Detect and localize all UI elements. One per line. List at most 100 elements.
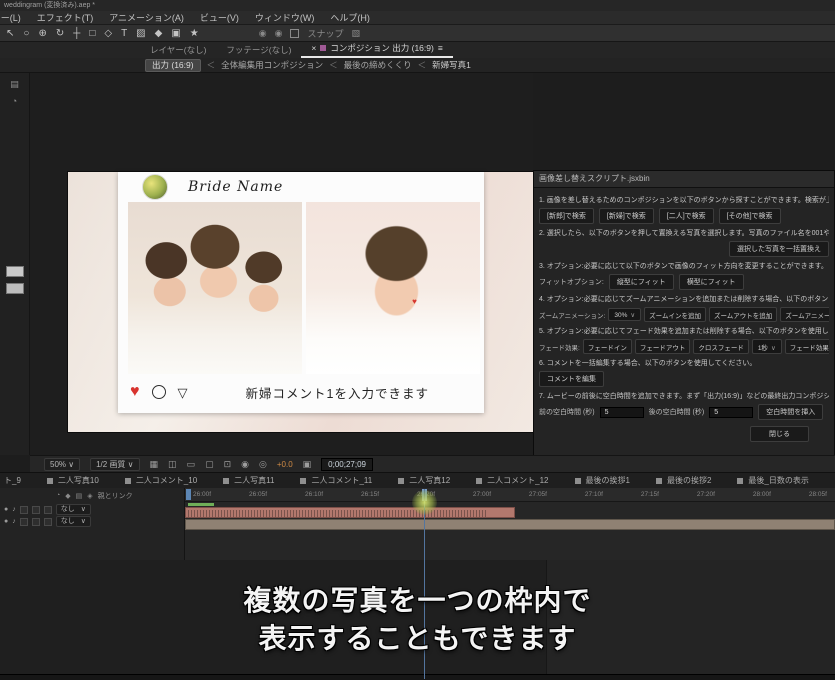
transparency-grid-icon[interactable]: ▢ — [205, 459, 214, 470]
layer-bar-selected[interactable] — [185, 507, 515, 518]
timeline-tab[interactable]: 二人コメント_10 — [125, 475, 197, 486]
fit-horizontal-button[interactable]: 横型にフィット — [679, 274, 744, 290]
insert-blank-time-button[interactable]: 空白時間を挿入 — [758, 404, 823, 420]
fade-duration-dropdown[interactable]: 1秒∨ — [752, 339, 782, 354]
mask-tool-icon[interactable]: □ — [89, 28, 95, 39]
snap-checkbox[interactable] — [290, 29, 299, 38]
panel-clock-icon[interactable]: ◔ — [0, 96, 29, 106]
timeline-tab[interactable]: 二人写真11 — [223, 475, 274, 486]
parent-dropdown[interactable]: なし∨ — [56, 516, 91, 527]
timeline-graph[interactable]: 26:00f26:05f 26:10f26:15f 26:20f27:00f 2… — [185, 488, 835, 560]
effects-switch[interactable] — [32, 518, 40, 526]
current-timecode[interactable]: 0;00;27;09 — [321, 458, 373, 471]
layer-row[interactable]: ● ♪ なし∨ — [0, 516, 184, 527]
hand-tool-icon[interactable]: ○ — [23, 28, 29, 39]
eraser-tool-icon[interactable]: ▣ — [171, 28, 180, 39]
snapshot-camera-icon[interactable]: ▣ — [303, 459, 312, 470]
shy-switch[interactable] — [20, 506, 28, 514]
search-other-button[interactable]: [その他]で検索 — [719, 208, 781, 224]
zoom-tool-icon[interactable]: ⊕ — [38, 28, 46, 39]
footage-thumbnail[interactable] — [6, 283, 24, 294]
fade-out-button[interactable]: フェードアウト — [635, 339, 691, 354]
timeline-tab[interactable]: 最後の挨拶1 — [575, 475, 630, 486]
fit-vertical-button[interactable]: 縦型にフィット — [609, 274, 674, 290]
layer-row[interactable]: ● ♪ なし∨ — [0, 504, 184, 515]
breadcrumb-item-2[interactable]: 最後の締めくくり — [344, 59, 412, 71]
add-zoom-out-button[interactable]: ズームアウトを追加 — [709, 307, 777, 322]
add-zoom-in-button[interactable]: ズームインを追加 — [644, 307, 706, 322]
timeline-tab[interactable]: 最後の挨拶2 — [656, 475, 711, 486]
layer-bar[interactable] — [185, 519, 835, 530]
script-panel-window: 画像差し替えスクリプト.jsxbin 1. 画像を差し替えるためのコンポジション… — [533, 170, 835, 458]
remove-zoom-animation-button[interactable]: ズームアニメーションを除去 — [780, 307, 829, 322]
tab-footage[interactable]: フッテージ(なし) — [216, 42, 301, 58]
rotate-tool-icon[interactable]: ↻ — [56, 28, 64, 39]
region-of-interest-icon[interactable]: ▭ — [187, 459, 196, 470]
script-step-5-buttons: フェード効果: フェードイン フェードアウト クロスフェード 1秒∨ フェード効… — [539, 339, 829, 354]
menu-layer[interactable]: レイヤー(L) — [0, 11, 21, 24]
search-groom-button[interactable]: [新郎]で検索 — [539, 208, 594, 224]
panel-list-icon[interactable]: ▤ — [0, 79, 29, 90]
blank-after-input[interactable] — [709, 407, 753, 418]
parent-dropdown[interactable]: なし∨ — [56, 504, 91, 515]
workspace-icon[interactable]: ◉ — [259, 28, 267, 39]
selection-tool-icon[interactable]: ↖ — [6, 28, 14, 39]
motion-blur-switch[interactable] — [44, 518, 52, 526]
zoom-amount-dropdown[interactable]: 30%∨ — [608, 308, 641, 321]
footage-thumbnail[interactable] — [6, 266, 24, 277]
text-tool-icon[interactable]: T — [121, 28, 127, 39]
motion-blur-switch[interactable] — [44, 506, 52, 514]
video-toggle-icon[interactable]: ● — [4, 518, 8, 525]
magnification-dropdown[interactable]: 50% ∨ — [44, 458, 80, 471]
resolution-dropdown[interactable]: 1/2 画質 ∨ — [90, 458, 139, 471]
shy-switch[interactable] — [20, 518, 28, 526]
search-couple-button[interactable]: [二人]で検索 — [659, 208, 714, 224]
tab-layer[interactable]: レイヤー(なし) — [140, 42, 216, 58]
edit-comments-button[interactable]: コメントを編集 — [539, 371, 604, 387]
breadcrumb-item-3[interactable]: 新婦写真1 — [432, 59, 471, 71]
fade-in-button[interactable]: フェードイン — [583, 339, 632, 354]
script-step-3-buttons: フィットオプション: 縦型にフィット 横型にフィット — [539, 274, 829, 290]
composition-viewer[interactable]: Bride Name ♥ ♥ ▽ 新婦コメント1を入力できます — [30, 73, 533, 455]
replace-photos-button[interactable]: 選択した写真を一括置換え — [729, 241, 829, 257]
blank-before-input[interactable] — [600, 407, 644, 418]
panel-menu-icon[interactable]: ≡ — [438, 43, 443, 53]
remove-fade-button[interactable]: フェード効果を除去 — [785, 339, 829, 354]
cross-fade-button[interactable]: クロスフェード — [693, 339, 749, 354]
menu-animation[interactable]: アニメーション(A) — [109, 11, 184, 24]
time-ruler[interactable]: 26:00f26:05f 26:10f26:15f 26:20f27:00f 2… — [185, 488, 835, 502]
search-bride-button[interactable]: [新婦]で検索 — [599, 208, 654, 224]
pan-behind-tool-icon[interactable]: ┼ — [73, 28, 80, 39]
timeline-tab[interactable]: ト_9 — [4, 475, 21, 486]
exposure-value[interactable]: +0.0 — [277, 460, 293, 469]
timeline-tab[interactable]: 二人写真10 — [47, 475, 99, 486]
breadcrumb-root[interactable]: 出力 (16:9) — [145, 59, 201, 72]
timeline-tab[interactable]: 二人コメント_11 — [300, 475, 372, 486]
mask-toggle-icon[interactable]: ◫ — [168, 459, 177, 470]
grid-guides-icon[interactable]: ▦ — [150, 459, 159, 470]
tab-composition[interactable]: × コンポジション 出力 (16:9) ≡ — [301, 40, 452, 58]
grid-options-icon[interactable]: ▧ — [351, 28, 360, 39]
menu-window[interactable]: ウィンドウ(W) — [255, 11, 315, 24]
pixel-aspect-icon[interactable]: ⊡ — [224, 459, 232, 470]
audio-toggle-icon[interactable]: ♪ — [12, 506, 16, 513]
work-area-start-handle[interactable] — [186, 489, 191, 500]
channel-icon[interactable]: ◎ — [259, 459, 267, 470]
close-button[interactable]: 閉じる — [750, 426, 809, 442]
timeline-tab[interactable]: 最後_日数の表示 — [737, 475, 808, 486]
menu-effect[interactable]: エフェクト(T) — [37, 11, 94, 24]
menu-help[interactable]: ヘルプ(H) — [330, 11, 370, 24]
close-icon[interactable]: × — [311, 43, 316, 53]
fast-preview-icon[interactable]: ◉ — [241, 459, 249, 470]
timeline-tab[interactable]: 二人コメント_12 — [476, 475, 548, 486]
pen-tool-icon[interactable]: ◇ — [104, 28, 112, 39]
menu-view[interactable]: ビュー(V) — [200, 11, 239, 24]
breadcrumb-item-1[interactable]: 全体編集用コンポジション — [221, 59, 323, 71]
effects-switch[interactable] — [32, 506, 40, 514]
audio-toggle-icon[interactable]: ♪ — [12, 518, 16, 525]
clone-stamp-tool-icon[interactable]: ◆ — [155, 28, 163, 39]
timeline-tab[interactable]: 二人写真12 — [398, 475, 450, 486]
video-toggle-icon[interactable]: ● — [4, 506, 8, 513]
brush-tool-icon[interactable]: ▨ — [136, 28, 145, 39]
puppet-tool-icon[interactable]: ★ — [190, 28, 199, 39]
